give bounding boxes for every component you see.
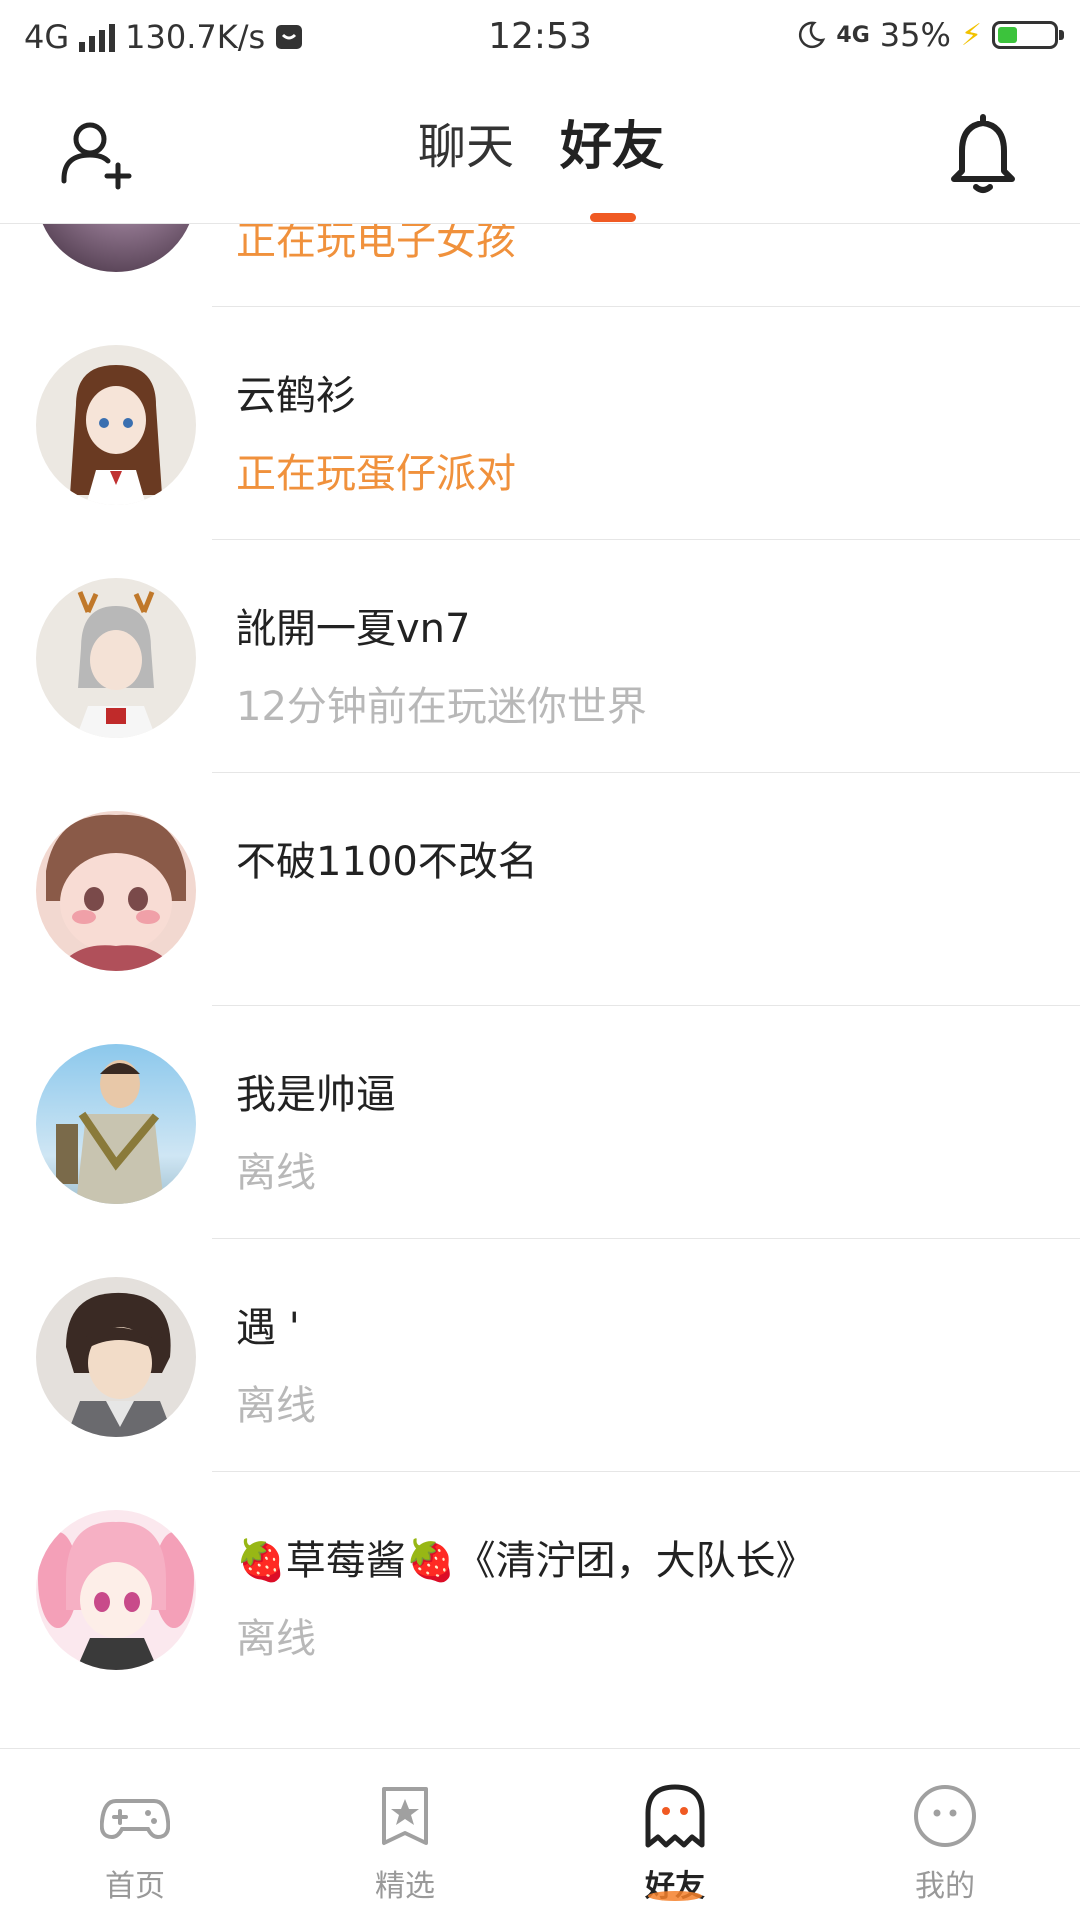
friend-row[interactable]: 云鹤衫 正在玩蛋仔派对: [0, 307, 1080, 540]
nav-home[interactable]: 首页: [0, 1749, 270, 1921]
avatar: [36, 578, 196, 738]
gamepad-icon: [100, 1799, 170, 1840]
moon-icon: [799, 21, 826, 49]
friend-name: 遇 ': [236, 1305, 300, 1351]
friend-status: 离线: [236, 1150, 316, 1196]
avatar: [36, 811, 196, 971]
active-tab-indicator: [590, 213, 636, 222]
friend-name: 我是帅逼: [236, 1072, 396, 1118]
avatar-illustration: [66, 1292, 174, 1437]
nav-label: 首页: [105, 1869, 165, 1904]
avatar-illustration: [56, 1060, 164, 1204]
nav-featured[interactable]: 精选: [270, 1749, 540, 1921]
friend-row[interactable]: 我是帅逼 离线: [0, 1006, 1080, 1239]
notification-bell-icon[interactable]: [946, 113, 1020, 197]
add-friend-icon[interactable]: [58, 115, 138, 195]
friend-row[interactable]: 訛開一夏vn7 12分钟前在玩迷你世界: [0, 540, 1080, 773]
friend-status: 离线: [236, 1616, 316, 1662]
friend-row[interactable]: 遇 ' 离线: [0, 1239, 1080, 1472]
tab-chat[interactable]: 聊天: [418, 117, 514, 177]
battery-percent: 35%: [879, 16, 951, 54]
header: 聊天 好友: [0, 75, 1080, 224]
friend-list[interactable]: 正在玩电子女孩 云鹤衫 正在玩蛋仔派对 訛開一夏vn7 12分钟前在玩迷你世界 …: [0, 224, 1080, 1748]
avatar: [36, 224, 196, 272]
avatar: [36, 1277, 196, 1437]
friend-row[interactable]: 🍓草莓酱🍓《清泞团，大队长》 离线: [0, 1472, 1080, 1705]
bottom-tab-bar: 首页 精选 好友 我的: [0, 1748, 1080, 1921]
active-nav-indicator: [648, 1891, 702, 1901]
battery-icon: [992, 21, 1064, 49]
ghost-icon: [645, 1784, 705, 1848]
avatar-illustration: [46, 814, 186, 971]
avatar: [36, 345, 196, 505]
friend-status: 离线: [236, 1383, 316, 1429]
avatar: [36, 1044, 196, 1204]
friend-name: 訛開一夏vn7: [236, 606, 471, 652]
avatar: [36, 1510, 196, 1670]
network-type-2: 4G: [836, 22, 870, 48]
friend-status: 正在玩电子女孩: [236, 224, 516, 264]
avatar-illustration: [70, 365, 162, 505]
nav-label: 精选: [375, 1869, 435, 1904]
star-bookmark-icon: [382, 1787, 428, 1845]
nav-mine[interactable]: 我的: [810, 1749, 1080, 1921]
friend-name: 不破1100不改名: [236, 839, 538, 885]
nav-label: 我的: [915, 1869, 975, 1904]
friend-row[interactable]: 不破1100不改名: [0, 773, 1080, 1006]
status-right: 4G 35% ⚡: [796, 16, 1064, 54]
nav-friends[interactable]: 好友: [540, 1749, 810, 1921]
friend-name: 云鹤衫: [236, 373, 356, 419]
friend-status: 12分钟前在玩迷你世界: [236, 684, 647, 730]
avatar-illustration: [76, 591, 156, 738]
avatar-illustration: [38, 1521, 194, 1670]
face-icon: [914, 1785, 976, 1847]
friend-row[interactable]: 正在玩电子女孩: [0, 224, 1080, 307]
friend-status: 正在玩蛋仔派对: [236, 451, 516, 497]
tab-friends[interactable]: 好友: [560, 117, 664, 177]
friend-name: 🍓草莓酱🍓《清泞团，大队长》: [236, 1538, 816, 1584]
charging-icon: ⚡: [960, 17, 982, 53]
status-bar: 4G 130.7K/s 12:53 4G 35% ⚡: [0, 0, 1080, 75]
